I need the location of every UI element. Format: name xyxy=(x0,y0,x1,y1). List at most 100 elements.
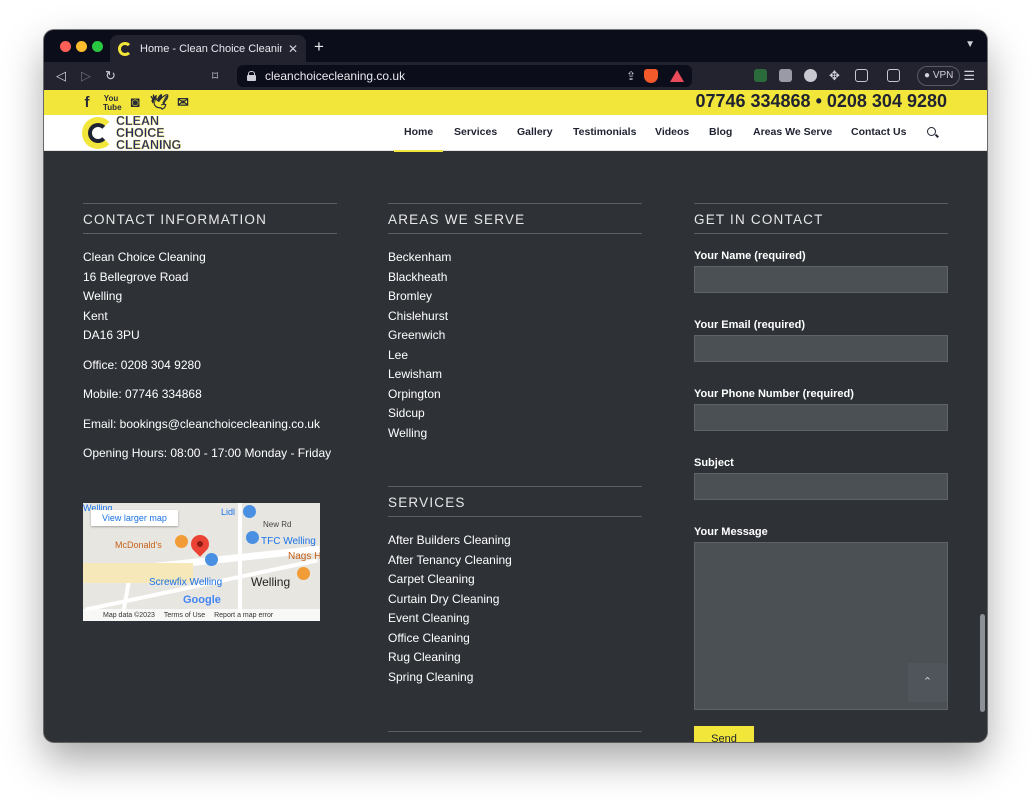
bar-icon xyxy=(297,567,310,580)
tab-list-chevron-icon[interactable]: ▼ xyxy=(965,39,975,50)
new-tab-button[interactable]: + xyxy=(314,37,324,57)
nav-areas-we-serve[interactable]: Areas We Serve xyxy=(753,126,832,138)
area-link[interactable]: Blackheath xyxy=(388,268,642,288)
search-icon[interactable] xyxy=(927,127,936,136)
browser-toolbar: ◁ ▷ ↻ ⌑ cleanchoicecleaning.co.uk ⇪ ✥ ● … xyxy=(44,62,987,90)
share-icon[interactable]: ⇪ xyxy=(626,69,636,83)
sidebar-icon[interactable] xyxy=(855,69,868,82)
area-link[interactable]: Lewisham xyxy=(388,365,642,385)
email-address[interactable]: Email: bookings@cleanchoicecleaning.co.u… xyxy=(83,415,337,435)
service-link[interactable]: Rug Cleaning xyxy=(388,648,642,668)
area-link[interactable]: Lee xyxy=(388,346,642,366)
instagram-icon[interactable]: ◙ xyxy=(127,94,143,111)
youtube-icon[interactable]: You Tube xyxy=(103,94,122,112)
shopping-icon xyxy=(205,553,218,566)
close-window-button[interactable] xyxy=(60,41,71,52)
area-link[interactable]: Welling xyxy=(388,424,642,444)
facebook-icon[interactable]: f xyxy=(82,94,92,111)
name-input[interactable] xyxy=(694,266,948,293)
service-link[interactable]: Event Cleaning xyxy=(388,609,642,629)
site-logo[interactable]: CLEAN CHOICE CLEANING xyxy=(82,115,187,151)
phone-input[interactable] xyxy=(694,404,948,431)
nav-gallery[interactable]: Gallery xyxy=(517,126,553,138)
service-link[interactable]: Carpet Cleaning xyxy=(388,570,642,590)
site-topbar: f You Tube ◙ 🕊 ✉ 07746 334868 • 0208 304 … xyxy=(44,90,987,115)
map-label: Welling xyxy=(251,575,291,589)
maximize-window-button[interactable] xyxy=(92,41,103,52)
bookmark-icon[interactable]: ⌑ xyxy=(212,67,218,85)
google-map[interactable]: Welling Lidl New Rd McDonald's TFC Welli… xyxy=(83,503,320,621)
address-bar[interactable]: cleanchoicecleaning.co.uk ⇪ xyxy=(237,65,692,87)
map-label: McDonald's xyxy=(115,540,162,550)
browser-window: Home - Clean Choice Cleaning ✕ + ▼ ◁ ▷ ↻… xyxy=(44,30,987,742)
contact-column: CONTACT INFORMATION Clean Choice Cleanin… xyxy=(83,203,337,464)
browser-tab[interactable]: Home - Clean Choice Cleaning ✕ xyxy=(110,35,306,62)
address-line: Kent xyxy=(83,308,108,323)
brave-rewards-icon[interactable] xyxy=(670,70,684,82)
report-error-link[interactable]: Report a map error xyxy=(214,612,273,619)
extensions-puzzle-icon[interactable]: ✥ xyxy=(829,67,840,85)
extension-icon[interactable] xyxy=(804,69,817,82)
nav-home[interactable]: Home xyxy=(393,126,444,152)
area-link[interactable]: Chislehurst xyxy=(388,307,642,327)
forward-button[interactable]: ▷ xyxy=(81,67,91,85)
wallet-icon[interactable] xyxy=(887,69,900,82)
name-label: Your Name (required) xyxy=(694,250,806,262)
vpn-button[interactable]: ● VPN xyxy=(917,66,961,86)
message-label: Your Message xyxy=(694,526,768,538)
map-road xyxy=(238,503,242,621)
email-input[interactable] xyxy=(694,335,948,362)
shopping-icon xyxy=(246,531,259,544)
map-label: Nags H xyxy=(288,551,320,562)
camera-extension-icon[interactable] xyxy=(779,69,792,82)
brave-shields-icon[interactable] xyxy=(644,69,658,83)
favicon-icon xyxy=(118,41,132,56)
shopping-icon xyxy=(243,505,256,518)
nav-testimonials[interactable]: Testimonials xyxy=(573,126,636,138)
service-link[interactable]: After Tenancy Cleaning xyxy=(388,551,642,571)
service-link[interactable]: Spring Cleaning xyxy=(388,668,642,688)
contact-form: GET IN CONTACT Your Name (required) Your… xyxy=(694,203,948,742)
service-link[interactable]: Office Cleaning xyxy=(388,629,642,649)
tab-close-icon[interactable]: ✕ xyxy=(288,42,298,56)
area-link[interactable]: Sidcup xyxy=(388,404,642,424)
area-link[interactable]: Orpington xyxy=(388,385,642,405)
send-button[interactable]: Send xyxy=(694,726,754,742)
area-link[interactable]: Greenwich xyxy=(388,326,642,346)
reload-button[interactable]: ↻ xyxy=(105,67,116,85)
service-link[interactable]: Curtain Dry Cleaning xyxy=(388,590,642,610)
areas-column: AREAS WE SERVE Beckenham Blackheath Brom… xyxy=(388,203,642,443)
address-line: 16 Bellegrove Road xyxy=(83,269,189,284)
map-data-text: Map data ©2023 xyxy=(103,611,155,619)
service-link[interactable]: After Builders Cleaning xyxy=(388,531,642,551)
area-link[interactable]: Beckenham xyxy=(388,248,642,268)
email-label: Your Email (required) xyxy=(694,319,806,331)
minimize-window-button[interactable] xyxy=(76,41,87,52)
terms-link[interactable]: Terms of Use xyxy=(164,612,205,619)
map-label: TFC Welling xyxy=(261,536,316,547)
nav-contact-us[interactable]: Contact Us xyxy=(851,126,906,138)
scroll-to-top-button[interactable]: ⌃ xyxy=(908,663,947,702)
extension-icon[interactable] xyxy=(754,69,767,82)
nav-blog[interactable]: Blog xyxy=(709,126,732,138)
nav-videos[interactable]: Videos xyxy=(655,126,689,138)
page-scrollbar[interactable] xyxy=(980,614,985,712)
nav-services[interactable]: Services xyxy=(454,126,497,138)
subject-input[interactable] xyxy=(694,473,948,500)
menu-icon[interactable]: ☰ xyxy=(963,68,975,84)
main-navigation: CLEAN CHOICE CLEANING Home Services Gall… xyxy=(44,115,987,152)
address-line: Welling xyxy=(83,289,123,303)
header-phones: 07746 334868 • 0208 304 9280 xyxy=(695,91,947,111)
office-phone: Office: 0208 304 9280 xyxy=(83,357,201,372)
twitter-icon[interactable]: 🕊 xyxy=(150,94,169,111)
address-line: DA16 3PU xyxy=(83,328,140,342)
subject-label: Subject xyxy=(694,457,734,469)
email-icon[interactable]: ✉ xyxy=(175,94,191,111)
back-button[interactable]: ◁ xyxy=(56,67,66,85)
area-link[interactable]: Bromley xyxy=(388,287,642,307)
map-footer: Map data ©2023 Terms of Use Report a map… xyxy=(83,609,320,621)
services-column: SERVICES After Builders Cleaning After T… xyxy=(388,486,642,687)
phone-label: Your Phone Number (required) xyxy=(694,388,854,400)
tab-title: Home - Clean Choice Cleaning xyxy=(140,42,282,55)
view-larger-map-link[interactable]: View larger map xyxy=(91,510,178,526)
